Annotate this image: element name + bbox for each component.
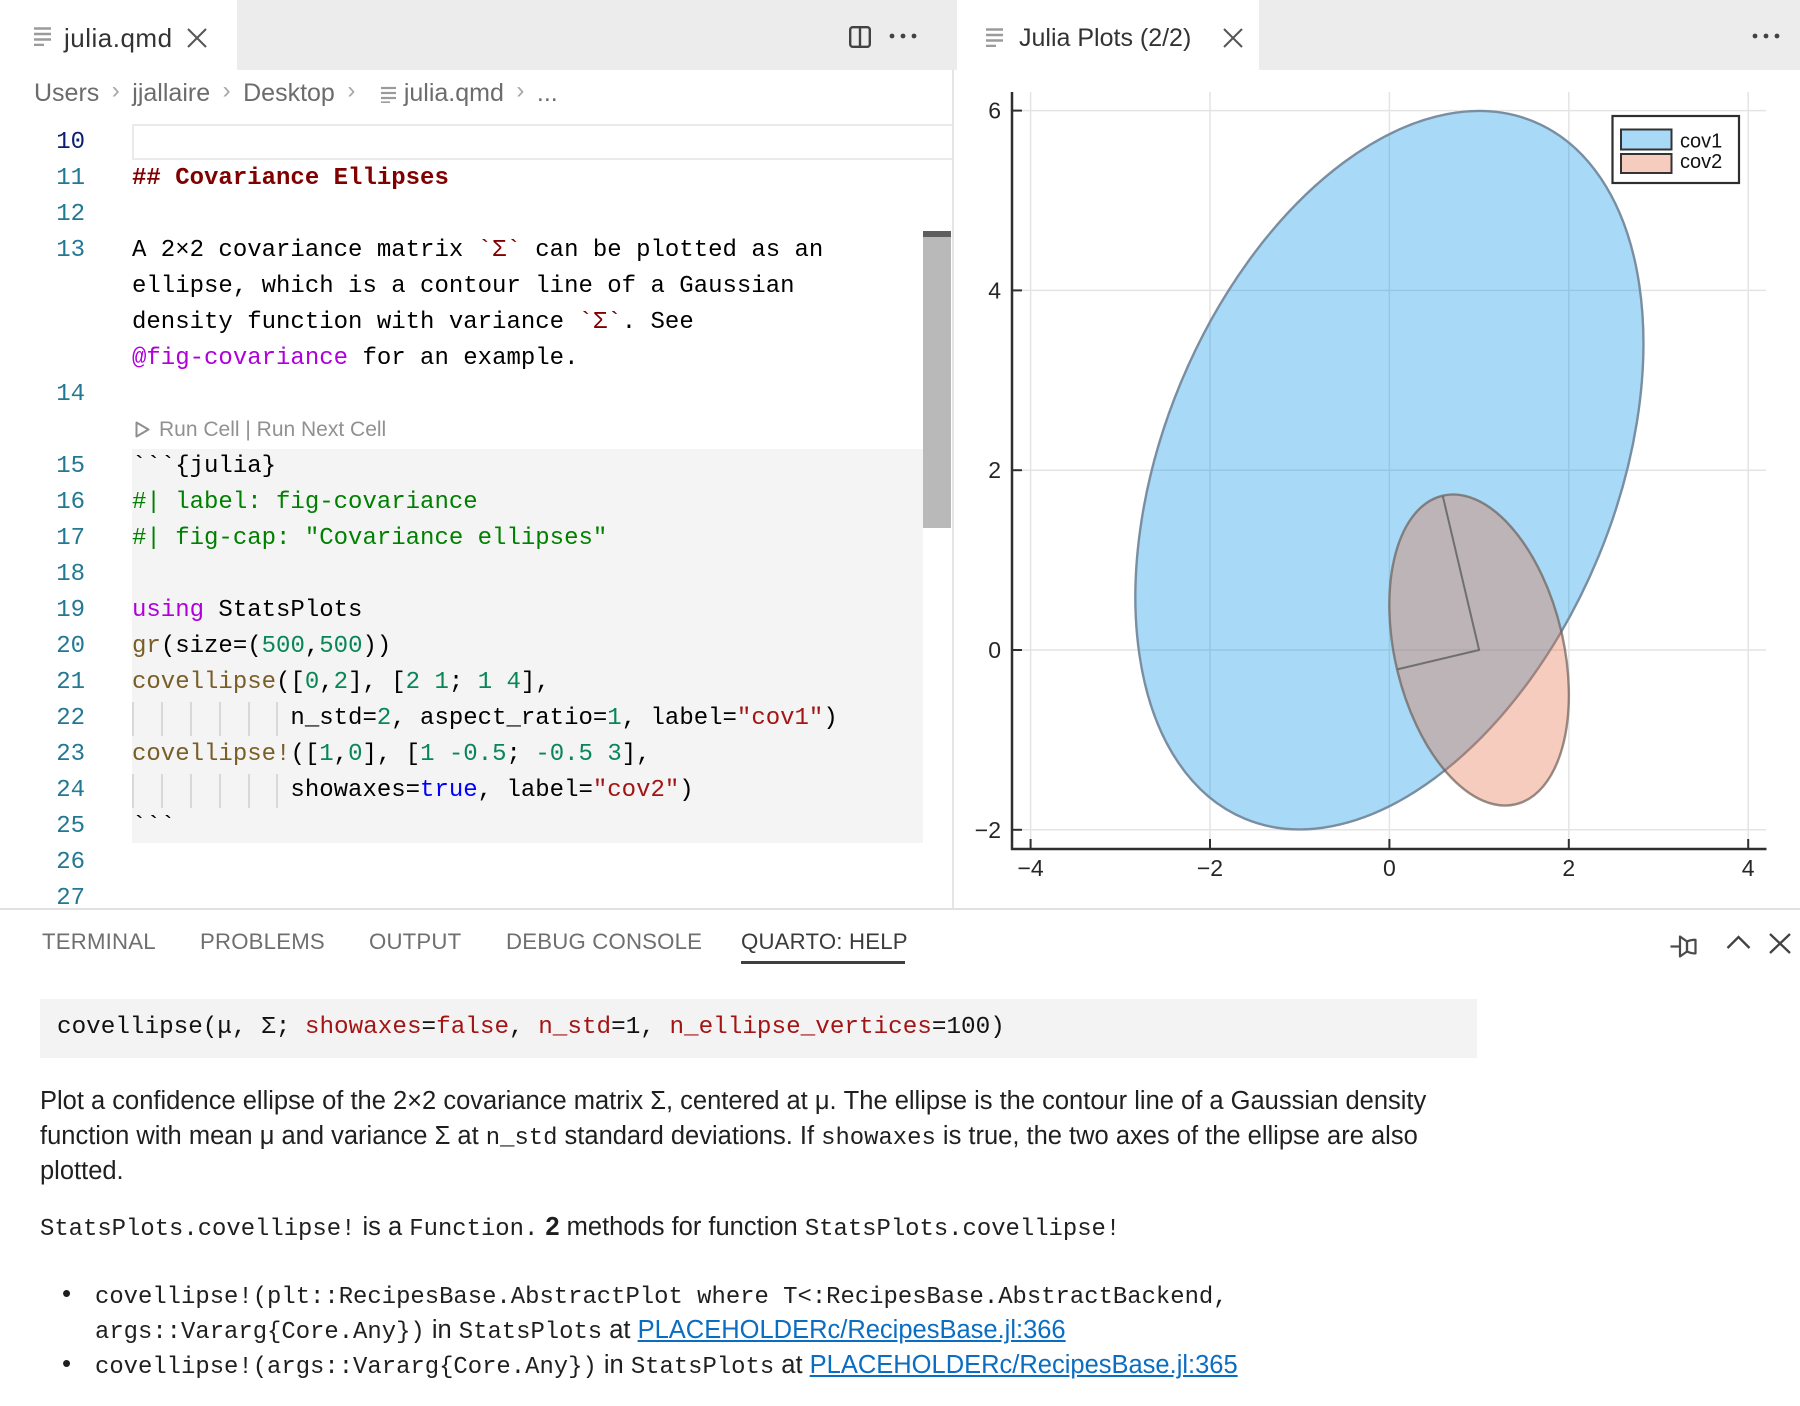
- svg-text:0: 0: [988, 637, 1001, 663]
- svg-text:cov1: cov1: [1680, 131, 1722, 153]
- svg-text:−4: −4: [1017, 855, 1043, 881]
- svg-text:6: 6: [988, 98, 1001, 124]
- svg-text:2: 2: [988, 457, 1001, 483]
- svg-text:4: 4: [1742, 855, 1755, 881]
- svg-text:2: 2: [1562, 855, 1575, 881]
- svg-text:−2: −2: [1197, 855, 1223, 881]
- svg-text:−2: −2: [975, 817, 1001, 843]
- svg-text:4: 4: [988, 277, 1001, 303]
- svg-text:0: 0: [1383, 855, 1396, 881]
- svg-text:cov2: cov2: [1680, 151, 1722, 173]
